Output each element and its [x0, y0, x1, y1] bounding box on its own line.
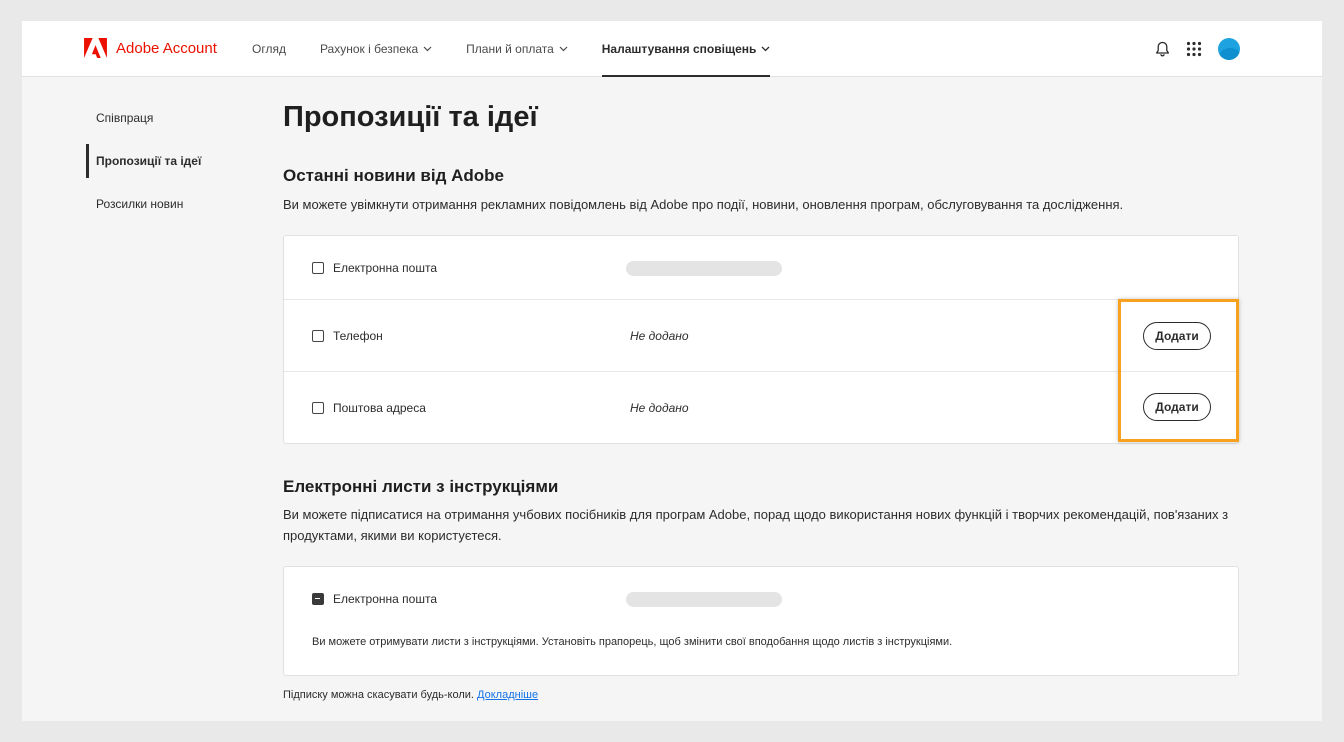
postal-address-label: Поштова адреса — [333, 401, 426, 415]
list-item: Поштова адреса Не додано Додати — [284, 372, 1238, 443]
chevron-down-icon — [559, 46, 568, 52]
nav-account-security[interactable]: Рахунок і безпека — [320, 21, 432, 77]
email-value-placeholder — [626, 261, 782, 276]
bell-icon[interactable] — [1155, 41, 1170, 57]
instructions-email-value-placeholder — [626, 592, 782, 607]
nav-account-security-label: Рахунок і безпека — [319, 42, 419, 56]
postal-address-value: Не додано — [630, 401, 689, 415]
add-phone-button[interactable]: Додати — [1143, 322, 1211, 350]
page-title: Пропозиції та ідеї — [283, 101, 538, 133]
news-section-title: Останні новини від Adobe — [283, 166, 505, 185]
sidebar-item-offers-ideas[interactable]: Пропозиції та ідеї — [86, 144, 246, 178]
unsubscribe-note: Підписку можна скасувати будь-коли. Докл… — [283, 689, 538, 701]
instructions-email-checkbox[interactable] — [312, 593, 324, 605]
avatar[interactable] — [1218, 38, 1240, 60]
sidebar-item-collaboration[interactable]: Співпраця — [86, 101, 246, 135]
main-nav: Огляд Рахунок і безпека Плани й оплата Н… — [252, 21, 804, 77]
header-actions — [1155, 38, 1240, 60]
news-channels-card: Електронна пошта Телефон Не додано Додат… — [283, 235, 1239, 444]
phone-value: Не додано — [630, 329, 689, 343]
adobe-logo-icon — [84, 38, 107, 58]
sidebar-item-newsletters[interactable]: Розсилки новин — [86, 187, 246, 221]
unsubscribe-text: Підписку можна скасувати будь-коли. — [283, 689, 474, 701]
sidebar: Співпраця Пропозиції та ідеї Розсилки но… — [86, 101, 246, 230]
learn-more-link[interactable]: Докладніше — [477, 689, 538, 701]
instructions-section-title: Електронні листи з інструкціями — [283, 477, 559, 496]
app-window: Adobe Account Огляд Рахунок і безпека Пл… — [22, 21, 1322, 721]
list-item: Електронна пошта — [284, 236, 1238, 300]
news-section-description: Ви можете увімкнути отримання рекламних … — [283, 197, 1124, 212]
sidebar-item-label: Співпраця — [96, 111, 154, 125]
app-title: Adobe Account — [116, 39, 217, 57]
adobe-logo[interactable]: Adobe Account — [84, 38, 217, 58]
nav-overview-label: Огляд — [252, 42, 286, 56]
chevron-down-icon — [423, 46, 432, 52]
postal-address-checkbox[interactable] — [312, 402, 324, 414]
nav-plans-billing-label: Плани й оплата — [466, 42, 554, 56]
phone-label: Телефон — [333, 329, 383, 343]
instructions-card: Електронна пошта Ви можете отримувати ли… — [283, 566, 1239, 676]
instructions-email-label: Електронна пошта — [333, 592, 438, 606]
sidebar-item-label: Пропозиції та ідеї — [96, 154, 202, 168]
nav-plans-billing[interactable]: Плани й оплата — [466, 21, 568, 77]
email-label: Електронна пошта — [333, 261, 438, 275]
nav-notification-settings-label: Налаштування сповіщень — [601, 42, 757, 56]
instructions-note: Ви можете отримувати листи з інструкціям… — [312, 636, 953, 648]
instructions-section-description: Ви можете підписатися на отримання учбов… — [283, 507, 1229, 543]
nav-overview[interactable]: Огляд — [252, 21, 286, 77]
sidebar-item-label: Розсилки новин — [96, 197, 184, 211]
nav-notification-settings[interactable]: Налаштування сповіщень — [601, 21, 771, 77]
list-item: Телефон Не додано Додати — [284, 300, 1238, 372]
chevron-down-icon — [761, 46, 770, 52]
email-checkbox[interactable] — [312, 262, 324, 274]
phone-checkbox[interactable] — [312, 330, 324, 342]
top-header: Adobe Account Огляд Рахунок і безпека Пл… — [22, 21, 1322, 77]
add-postal-address-button[interactable]: Додати — [1143, 393, 1211, 421]
apps-grid-icon[interactable] — [1186, 41, 1202, 57]
